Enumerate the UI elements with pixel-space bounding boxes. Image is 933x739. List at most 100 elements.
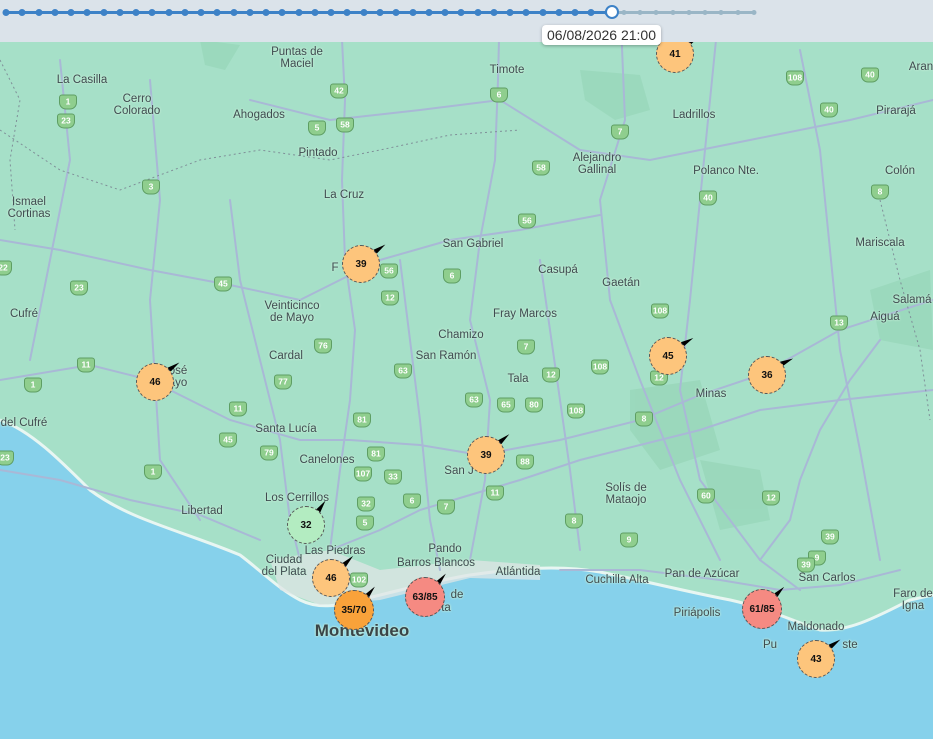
route-shield: 39 [821,529,839,545]
timeline-step[interactable] [230,9,238,16]
wind-station-marker[interactable]: 61/85 [742,589,782,629]
timeline-step[interactable] [311,9,319,16]
place-label: Cardal [269,350,303,362]
place-label: Piriápolis [673,607,721,619]
timeline-step[interactable] [621,10,627,15]
timeline-step[interactable] [718,10,724,15]
timeline-step[interactable] [457,9,465,16]
place-label: Pan de Azúcar [664,568,740,580]
timeline-step[interactable] [83,9,91,16]
timeline-step[interactable] [165,9,173,16]
route-shield: 79 [260,445,278,461]
timeline-step[interactable] [116,9,124,16]
place-label: Ciudad del Plata [261,554,307,578]
timeline-step[interactable] [571,9,579,16]
place-label: Ahogados [233,109,285,121]
wind-station-marker[interactable]: 63/85 [405,577,445,617]
place-label: Ladrillos [672,109,716,121]
timeline-step[interactable] [246,9,254,16]
route-shield: 8 [635,411,653,427]
place-label: San Ramón [415,350,477,362]
timeline-step[interactable] [653,10,659,15]
timeline-step[interactable] [213,9,221,16]
timeline-step[interactable] [587,9,595,16]
route-shield: 23 [70,280,88,296]
place-label: Casupá [538,264,578,276]
wind-station-marker[interactable]: 36 [748,356,786,394]
timeline-step[interactable] [51,9,59,16]
route-shield: 40 [699,190,717,206]
timeline-step[interactable] [181,9,189,16]
place-label: Aiguá [870,311,900,323]
place-label: Cuchilla Alta [585,574,649,586]
route-shield: 88 [516,454,534,470]
place-label: Salamá [892,294,932,306]
wind-station-marker[interactable]: 39 [342,245,380,283]
wind-station-marker[interactable]: 39 [467,436,505,474]
timeline-step[interactable] [360,9,368,16]
route-shield: 11 [486,485,504,501]
timeline-step[interactable] [522,9,530,16]
timeline-step[interactable] [295,9,303,16]
timeline-step[interactable] [425,9,433,16]
timeline-step[interactable] [148,9,156,16]
timeline-step[interactable] [2,9,10,16]
place-label: Tala [507,373,529,385]
timeline-step[interactable] [751,10,757,15]
place-label: Pando [428,543,462,555]
wind-station-marker[interactable]: 45 [649,337,687,375]
route-shield: 81 [367,446,385,462]
route-shield: 7 [437,499,455,515]
route-shield: 11 [229,401,247,417]
route-shield: 102 [350,572,368,588]
wind-station-marker[interactable]: 32 [287,506,325,544]
route-shield: 32 [357,496,375,512]
timeline-step[interactable] [555,9,563,16]
route-shield: 6 [443,268,461,284]
place-label: Chamizo [438,329,484,341]
timeline-step[interactable] [35,9,43,16]
timeline-step[interactable] [278,9,286,16]
timeline-step[interactable] [490,9,498,16]
route-shield: 1 [144,464,162,480]
place-label: Ismael Cortinas [7,196,51,220]
route-shield: 8 [565,513,583,529]
timeline-step[interactable] [376,9,384,16]
route-shield: 63 [465,392,483,408]
wind-station-marker[interactable]: 35/70 [334,590,374,630]
place-label: Atlántida [495,566,541,578]
place-label: ste [842,639,858,651]
timeline-step[interactable] [506,9,514,16]
route-shield: 3 [142,179,160,195]
timeline-step[interactable] [392,9,400,16]
route-shield: 76 [314,338,332,354]
timeline-step[interactable] [262,9,270,16]
route-shield: 1 [59,94,77,110]
wind-station-marker[interactable]: 43 [797,640,835,678]
timeline-step[interactable] [702,10,708,15]
place-label: Las Piedras [304,545,366,557]
timeline-step[interactable] [539,9,547,16]
place-label: Gaetán [602,277,640,289]
place-label: Canelones [299,454,355,466]
timeline-step[interactable] [343,9,351,16]
timeline-track[interactable] [2,9,757,16]
timeline-step[interactable] [18,9,26,16]
route-shield: 6 [490,87,508,103]
timeline-step[interactable] [735,10,741,15]
timeline-step[interactable] [197,9,205,16]
timeline-step[interactable] [441,9,449,16]
timeline-step[interactable] [409,9,417,16]
timeline-step[interactable] [670,10,676,15]
timeline-bar [0,0,933,42]
timeline-step[interactable] [132,9,140,16]
timeline-step[interactable] [474,9,482,16]
timeline-step[interactable] [67,9,75,16]
timeline-step[interactable] [686,10,692,15]
route-shield: 23 [0,450,14,466]
wind-station-marker[interactable]: 46 [136,363,174,401]
timeline-step[interactable] [327,9,335,16]
timeline-slider-handle[interactable] [604,5,619,19]
timeline-step[interactable] [637,10,643,15]
timeline-step[interactable] [100,9,108,16]
